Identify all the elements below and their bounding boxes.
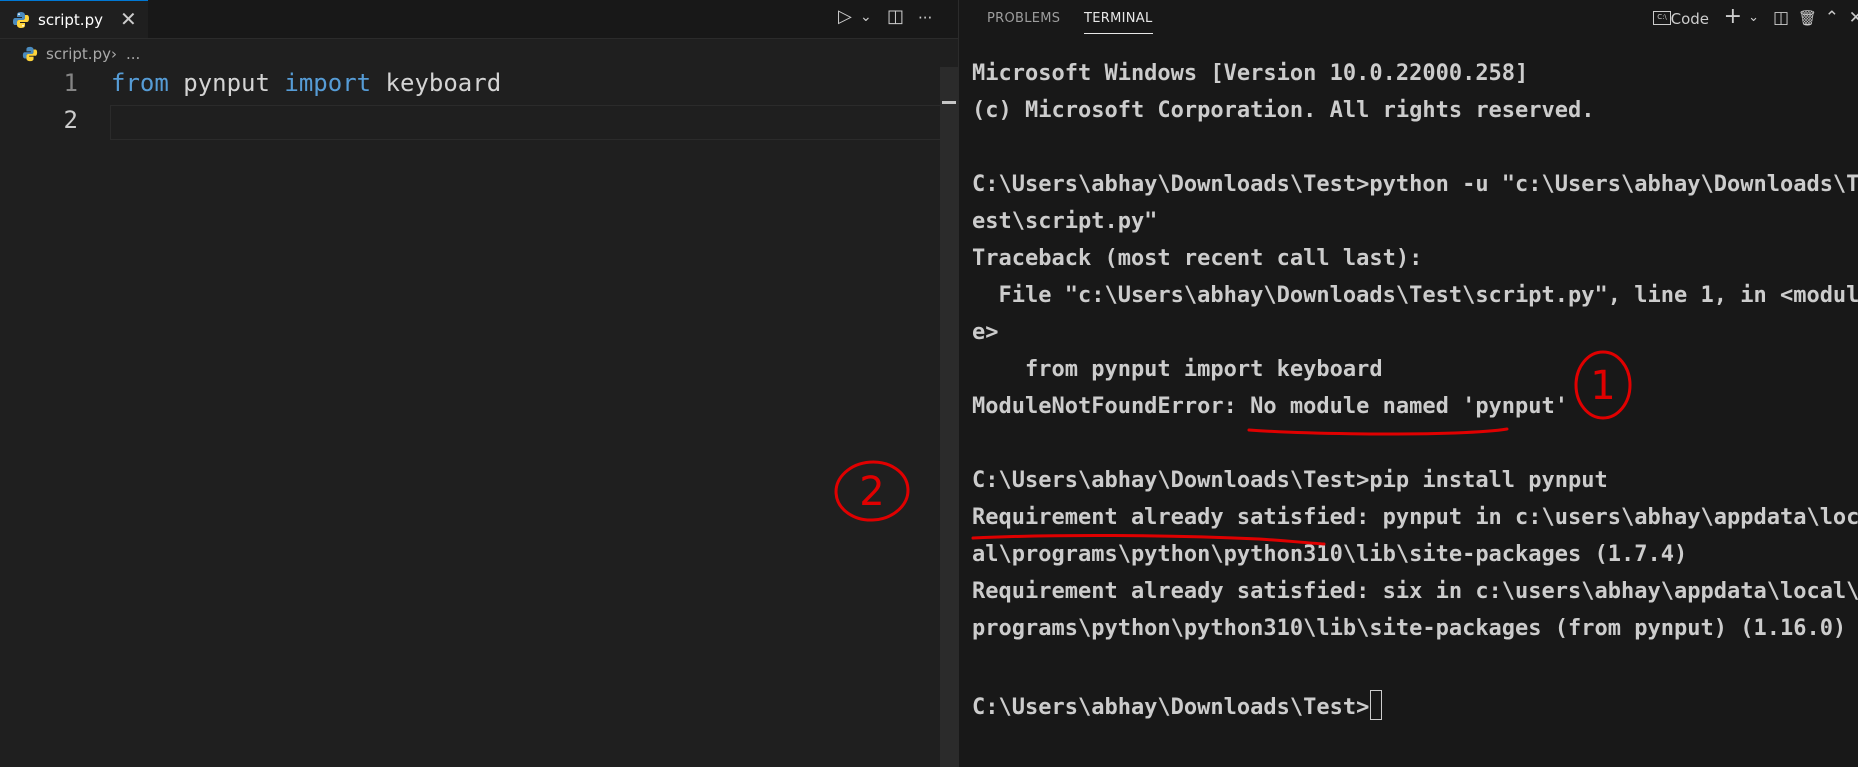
python-file-icon <box>13 12 29 28</box>
maximize-panel-chevron-up-icon[interactable]: ⌃ <box>1825 8 1839 28</box>
terminal-line: C:\Users\abhay\Downloads\Test>python -u … <box>972 172 1858 197</box>
split-terminal-icon[interactable]: ◫ <box>1773 8 1789 28</box>
terminal-line: Microsoft Windows [Version 10.0.22000.25… <box>972 61 1529 86</box>
tab-label: script.py <box>38 11 103 29</box>
tab-terminal[interactable]: TERMINAL <box>1084 11 1153 34</box>
close-tab-icon[interactable]: ✕ <box>120 7 137 31</box>
line-number: 2 <box>63 106 78 134</box>
new-terminal-plus-icon[interactable]: + <box>1724 4 1742 29</box>
terminal-line: e> <box>972 320 999 345</box>
panel-tab-bar: PROBLEMS TERMINAL C:\ Code + ⌄ ◫ 🗑 ⌃ ✕ <box>959 0 1858 38</box>
terminal-name[interactable]: Code <box>1671 10 1709 28</box>
annotation-circle-1: 1 <box>1574 350 1632 420</box>
tab-script-py[interactable]: script.py ✕ <box>0 0 148 38</box>
more-actions-icon[interactable]: ··· <box>918 9 932 33</box>
run-dropdown-chevron-icon[interactable]: ⌄ <box>860 9 872 33</box>
terminal-line: programs\python\python310\lib\site-packa… <box>972 616 1847 641</box>
kill-terminal-trash-icon[interactable]: 🗑 <box>1798 9 1817 27</box>
editor-pane: script.py ✕ ▷ ⌄ ◫ ··· script.py › ... 1 … <box>0 0 958 767</box>
terminal-line: Traceback (most recent call last): <box>972 246 1423 271</box>
terminal-line: C:\Users\abhay\Downloads\Test>pip instal… <box>972 468 1608 493</box>
annotation-circle-2: 2 <box>832 458 912 530</box>
plain-token: keyboard <box>371 69 502 97</box>
breadcrumb-chevron-icon: › <box>111 45 117 63</box>
terminal-prompt-line[interactable]: C:\Users\abhay\Downloads\Test> <box>972 690 1383 727</box>
terminal-line: est\script.py" <box>972 209 1158 234</box>
code-line[interactable]: 2 <box>0 104 940 141</box>
keyword-token: from <box>111 69 169 97</box>
terminal-line: File "c:\Users\abhay\Downloads\Test\scri… <box>972 283 1858 308</box>
terminal-cmd-icon: C:\ <box>1653 11 1671 25</box>
line-text: from pynput import keyboard <box>111 69 501 97</box>
terminal-panel: PROBLEMS TERMINAL C:\ Code + ⌄ ◫ 🗑 ⌃ ✕ M… <box>958 0 1858 767</box>
split-editor-icon[interactable]: ◫ <box>887 6 904 30</box>
annotation-label: 1 <box>1590 363 1615 409</box>
annotation-label: 2 <box>859 469 884 515</box>
python-file-icon <box>22 46 38 62</box>
plain-token: pynput <box>168 69 285 97</box>
code-line[interactable]: 1 from pynput import keyboard <box>0 67 940 104</box>
terminal-prompt: C:\Users\abhay\Downloads\Test> <box>972 695 1370 720</box>
breadcrumb-symbols[interactable]: ... <box>126 45 140 63</box>
breadcrumb-file[interactable]: script.py <box>46 45 111 63</box>
annotation-underline-error <box>1247 427 1509 436</box>
annotation-underline-requirement <box>971 533 1326 546</box>
editor-tab-bar: script.py ✕ ▷ ⌄ ◫ ··· <box>0 0 958 39</box>
run-python-file-icon[interactable]: ▷ <box>838 6 852 30</box>
cursor-position-marker <box>942 101 956 104</box>
terminal-line: (c) Microsoft Corporation. All rights re… <box>972 98 1595 123</box>
terminal-line: Requirement already satisfied: six in c:… <box>972 579 1858 604</box>
breadcrumb: script.py › ... <box>0 44 958 66</box>
terminal-line: from pynput import keyboard <box>972 357 1383 382</box>
line-number: 1 <box>63 69 78 97</box>
editor-scrollbar[interactable] <box>940 67 958 767</box>
terminal-dropdown-chevron-icon[interactable]: ⌄ <box>1748 10 1759 25</box>
terminal-cursor <box>1370 690 1383 720</box>
close-panel-icon[interactable]: ✕ <box>1849 8 1858 28</box>
keyword-token: import <box>284 69 372 97</box>
tab-problems[interactable]: PROBLEMS <box>987 11 1060 26</box>
